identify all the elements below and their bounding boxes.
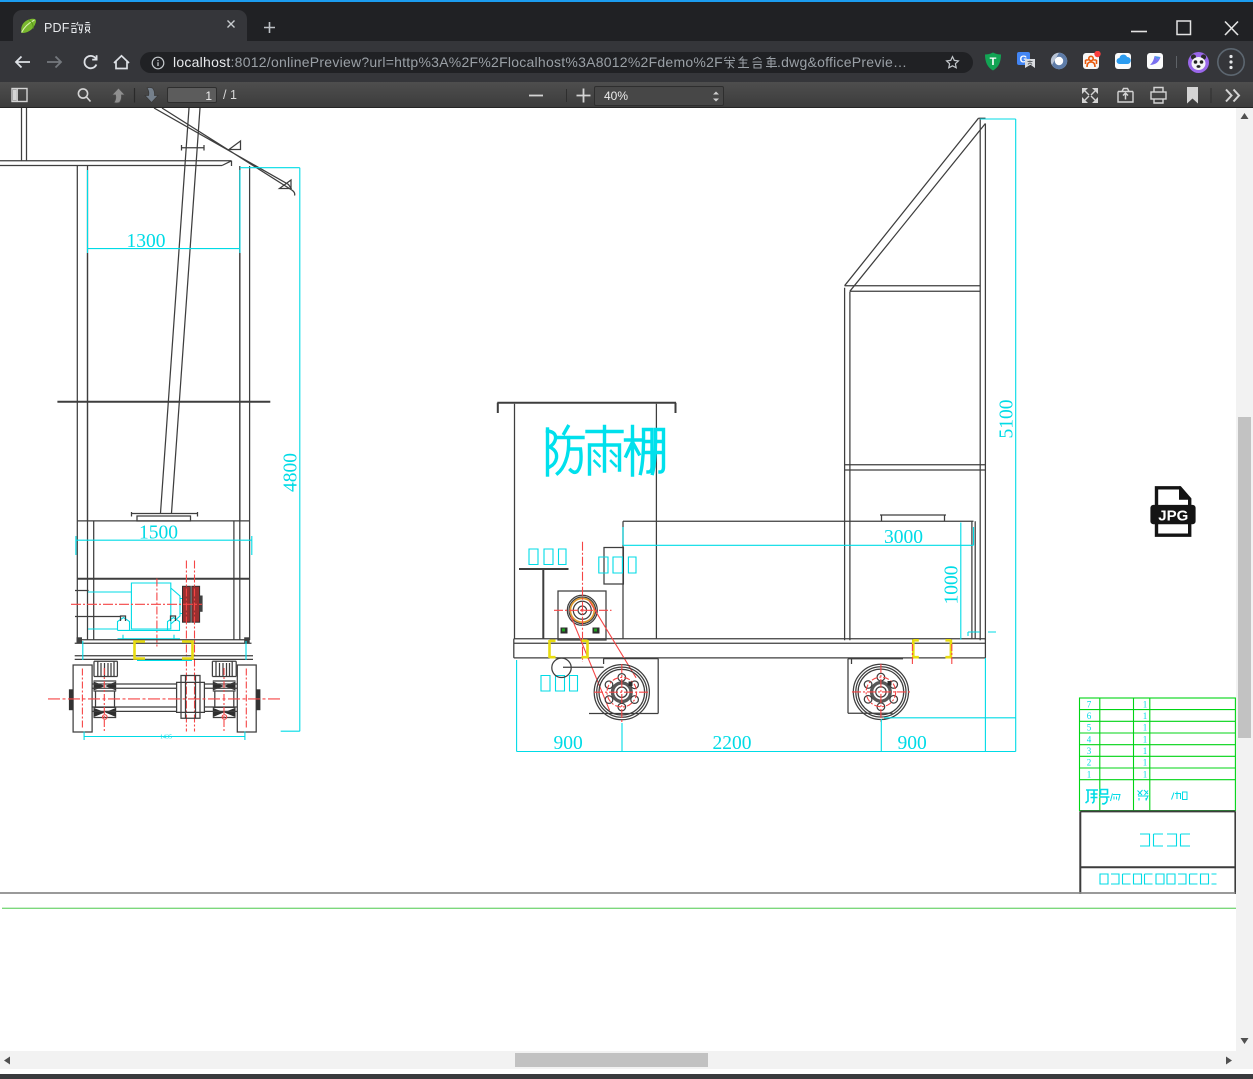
svg-text:5: 5: [1087, 723, 1092, 733]
svg-text:5100: 5100: [997, 400, 1018, 439]
svg-text:7: 7: [1087, 700, 1092, 710]
svg-text:900: 900: [898, 733, 927, 754]
svg-text:1: 1: [1143, 734, 1148, 744]
svg-text:T: T: [990, 56, 997, 68]
svg-text:1: 1: [1087, 769, 1092, 779]
svg-text:1000: 1000: [942, 566, 963, 605]
svg-text:6: 6: [1087, 711, 1092, 721]
svg-text:1500: 1500: [139, 523, 178, 544]
svg-text:1300: 1300: [127, 231, 166, 252]
svg-text:1: 1: [1143, 746, 1148, 756]
svg-text:2: 2: [1087, 758, 1092, 768]
svg-text:1: 1: [1143, 758, 1148, 768]
svg-text:1: 1: [1143, 700, 1148, 710]
svg-text:1: 1: [1143, 723, 1148, 733]
svg-text:4: 4: [1087, 734, 1092, 744]
svg-text:1: 1: [1143, 769, 1148, 779]
svg-text:4800: 4800: [281, 453, 302, 492]
svg-text:3000: 3000: [884, 527, 923, 548]
svg-text:900: 900: [554, 733, 583, 754]
svg-text:3: 3: [1087, 746, 1092, 756]
svg-text:JPG: JPG: [1158, 508, 1188, 525]
svg-text:2200: 2200: [713, 733, 752, 754]
svg-text:1: 1: [1143, 711, 1148, 721]
svg-text:1435: 1435: [160, 735, 172, 741]
